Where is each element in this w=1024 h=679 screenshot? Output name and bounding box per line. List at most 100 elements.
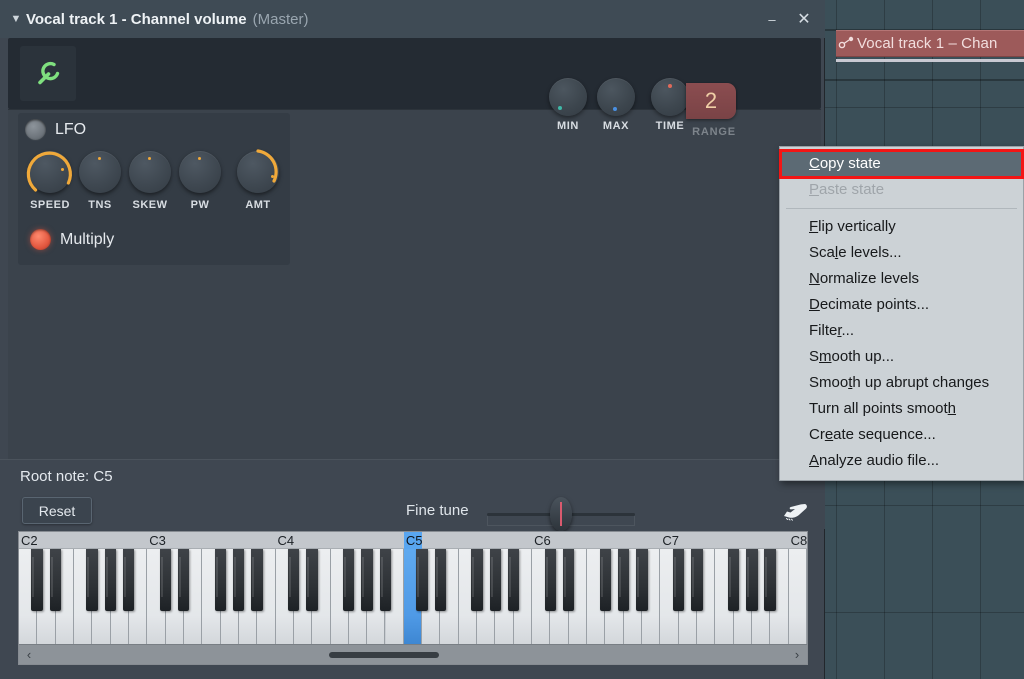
knob-max-dial[interactable]	[597, 78, 635, 116]
piano-black-key[interactable]	[288, 549, 300, 611]
piano-black-key[interactable]	[434, 549, 446, 611]
piano-black-key[interactable]	[691, 549, 703, 611]
menu-item-decimate-points[interactable]: Decimate points...	[780, 292, 1023, 318]
chevron-right-icon[interactable]: ›	[787, 647, 807, 662]
piano-black-key[interactable]	[342, 549, 355, 611]
knob-speed-arc	[26, 151, 72, 192]
octave-label: C2	[21, 533, 38, 548]
knob-time[interactable]: TIME	[650, 78, 690, 132]
menu-item-analyze-audio-file[interactable]: Analyze audio file...	[780, 448, 1023, 474]
piano-black-key[interactable]	[471, 549, 483, 611]
piano-black-key[interactable]	[617, 549, 630, 611]
knob-indicator-dot	[558, 106, 562, 110]
piano-keys[interactable]	[19, 549, 807, 644]
piano-black-key[interactable]	[599, 549, 611, 611]
playlist-clip-title: Vocal track 1 – Chan	[857, 35, 998, 52]
piano-black-key[interactable]	[416, 549, 428, 611]
piano-black-key[interactable]	[306, 549, 318, 611]
piano-black-key[interactable]	[123, 549, 135, 611]
piano-black-key[interactable]	[636, 549, 648, 611]
menu-item-flip-vertically[interactable]: Flip vertically	[780, 214, 1023, 240]
knob-amt-label: AMT	[245, 199, 271, 211]
lfo-toggle-row[interactable]: LFO	[25, 119, 86, 140]
multiply-toggle-led[interactable]	[30, 229, 51, 250]
knob-speed-dial[interactable]	[26, 151, 72, 193]
menu-item-copy-state[interactable]: Copy state	[780, 151, 1023, 177]
knob-max[interactable]: MAX	[596, 78, 636, 132]
knob-time-dial[interactable]	[651, 78, 689, 116]
reset-button[interactable]: Reset	[22, 497, 92, 524]
automation-clip-editor-window: ▼ Vocal track 1 - Channel volume (Master…	[0, 0, 825, 679]
knob-skew-dial[interactable]	[129, 151, 171, 193]
piano-black-key[interactable]	[672, 549, 685, 611]
scrollbar-thumb[interactable]	[329, 651, 439, 658]
menu-item-scale-levels[interactable]: Scale levels...	[780, 240, 1023, 266]
piano-black-key[interactable]	[746, 549, 758, 611]
multiply-toggle-row[interactable]: Multiply	[30, 229, 114, 250]
menu-item-smooth-up[interactable]: Smooth up...	[780, 344, 1023, 370]
piano-keyboard[interactable]: C2 C3 C4 C5 C6 C7 C8 ‹ ›	[18, 531, 808, 665]
piano-black-key[interactable]	[727, 549, 740, 611]
playlist-automation-clip[interactable]: Vocal track 1 – Chan	[836, 30, 1024, 57]
knob-min[interactable]: MIN	[548, 78, 588, 132]
knob-time-label: TIME	[655, 120, 685, 132]
piano-black-key[interactable]	[104, 549, 117, 611]
hand-pointer-icon[interactable]	[780, 498, 810, 526]
lfo-toggle-led[interactable]	[25, 119, 46, 140]
piano-black-key[interactable]	[49, 549, 62, 611]
automation-clip-icon	[838, 34, 856, 54]
preset-wrench-button[interactable]	[20, 46, 76, 101]
octave-label: C4	[277, 533, 295, 548]
scrollbar-track[interactable]	[39, 645, 787, 665]
window-titlebar[interactable]: ▼ Vocal track 1 - Channel volume (Master…	[0, 0, 825, 38]
fine-tune-label: Fine tune	[406, 502, 469, 519]
knob-min-label: MIN	[557, 120, 579, 132]
knob-tns-label: TNS	[88, 199, 112, 211]
piano-black-key[interactable]	[764, 549, 776, 611]
piano-black-key[interactable]	[379, 549, 391, 611]
piano-black-key[interactable]	[214, 549, 227, 611]
knob-amt-arc	[256, 149, 278, 183]
knob-min-dial[interactable]	[549, 78, 587, 116]
knob-pw-dial[interactable]	[179, 151, 221, 193]
piano-black-key[interactable]	[251, 549, 263, 611]
menu-item-filter[interactable]: Filter...	[780, 318, 1023, 344]
fine-tune-slider[interactable]	[487, 497, 635, 531]
piano-white-key[interactable]	[788, 549, 807, 644]
chevron-left-icon[interactable]: ‹	[19, 647, 39, 662]
menu-item-paste-state: Paste state	[809, 181, 885, 198]
piano-black-key[interactable]	[507, 549, 520, 611]
piano-black-key[interactable]	[233, 549, 245, 611]
menu-item-smooth-up-abrupt-changes[interactable]: Smooth up abrupt changes	[780, 370, 1023, 396]
piano-black-key[interactable]	[31, 549, 43, 611]
knob-pw[interactable]: PW	[174, 151, 226, 211]
wrench-icon	[38, 61, 60, 84]
close-button[interactable]: ✕	[794, 10, 814, 30]
context-menu[interactable]: Copy state Paste state Flip vertically Scal…	[779, 146, 1024, 481]
knob-tns-dial[interactable]	[79, 151, 121, 193]
knob-tns[interactable]: TNS	[74, 151, 126, 211]
piano-black-key[interactable]	[361, 549, 373, 611]
knob-indicator-dot	[613, 107, 617, 111]
minimize-button[interactable]: –	[762, 10, 782, 30]
menu-item-create-sequence[interactable]: Create sequence...	[780, 422, 1023, 448]
knob-amt[interactable]: AMT	[232, 149, 284, 211]
piano-black-key[interactable]	[159, 549, 172, 611]
fine-tune-knob[interactable]	[550, 497, 572, 531]
keyboard-scrollbar[interactable]: ‹ ›	[19, 644, 807, 664]
piano-black-key[interactable]	[544, 549, 556, 611]
window-title-suffix: (Master)	[252, 10, 309, 28]
octave-label: C5	[403, 532, 423, 549]
piano-black-key[interactable]	[489, 549, 501, 611]
menu-item-turn-all-points-smooth[interactable]: Turn all points smooth	[780, 396, 1023, 422]
knob-speed[interactable]: SPEED	[24, 151, 76, 211]
menu-item-normalize-levels[interactable]: Normalize levels	[780, 266, 1023, 292]
knob-amt-dial[interactable]	[237, 149, 279, 193]
chevron-down-icon[interactable]: ▼	[0, 13, 26, 25]
piano-black-key[interactable]	[86, 549, 98, 611]
piano-black-key[interactable]	[178, 549, 190, 611]
piano-black-key[interactable]	[562, 549, 575, 611]
knob-indicator-dot	[148, 157, 151, 160]
knob-skew[interactable]: SKEW	[124, 151, 176, 211]
range-value-badge[interactable]: 2	[686, 83, 736, 119]
